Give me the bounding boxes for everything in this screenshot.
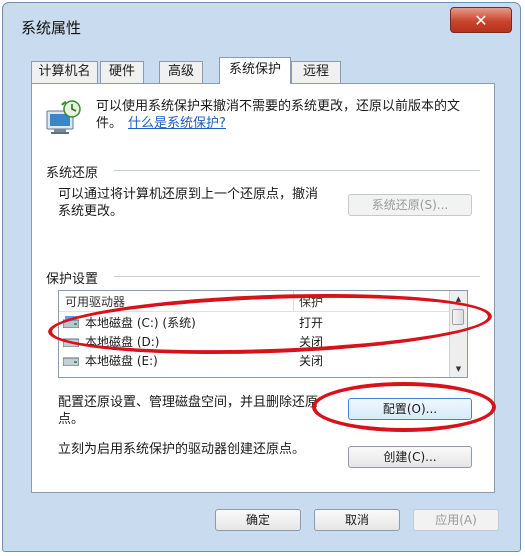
drive-name: 本地磁盘 (C:) (系统): [85, 316, 196, 330]
drive-row-c[interactable]: 本地磁盘 (C:) (系统) 打开: [59, 313, 451, 332]
system-properties-window: 系统属性 ✕ 计算机名 硬件 高级 系统保护 远程 可以使用系统保护来撤消不需要…: [2, 2, 521, 552]
system-restore-button[interactable]: 系统还原(S)...: [348, 194, 472, 216]
restore-description: 可以通过将计算机还原到上一个还原点，撤消系统更改。: [58, 187, 319, 219]
cancel-button[interactable]: 取消: [314, 509, 400, 531]
close-button[interactable]: ✕: [450, 7, 512, 33]
intro-description: 可以使用系统保护来撤消不需要的系统更改，还原以前版本的文件。 什么是系统保护?: [96, 98, 476, 132]
apply-button[interactable]: 应用(A): [413, 509, 499, 531]
close-icon: ✕: [474, 10, 488, 30]
configure-description: 配置还原设置、管理磁盘空间，并且删除还原点。: [58, 395, 319, 427]
create-button[interactable]: 创建(C)...: [348, 446, 472, 468]
title-bar[interactable]: 系统属性 ✕: [3, 3, 520, 41]
drive-row-d[interactable]: 本地磁盘 (D:) 关闭: [59, 332, 451, 351]
tab-advanced[interactable]: 高级: [159, 61, 203, 83]
column-protection[interactable]: 保护: [299, 293, 323, 310]
system-protection-panel: 可以使用系统保护来撤消不需要的系统更改，还原以前版本的文件。 什么是系统保护? 系…: [31, 83, 495, 493]
drive-list-header: 可用驱动器 保护: [59, 291, 451, 312]
scroll-down-icon[interactable]: ▼: [450, 361, 467, 377]
column-divider: [293, 291, 294, 311]
drive-status: 打开: [299, 316, 324, 330]
divider: [114, 276, 480, 277]
drive-status: 关闭: [299, 335, 324, 349]
tab-system-protection[interactable]: 系统保护: [219, 57, 291, 84]
system-restore-label: 系统还原: [46, 166, 99, 181]
tab-computer-name[interactable]: 计算机名: [31, 61, 98, 83]
drive-status: 关闭: [299, 354, 324, 368]
create-description: 立刻为启用系统保护的驱动器创建还原点。: [58, 442, 306, 457]
tab-hardware[interactable]: 硬件: [100, 61, 144, 83]
divider: [114, 170, 480, 171]
scroll-up-icon[interactable]: ▲: [450, 291, 467, 307]
column-drives[interactable]: 可用驱动器: [65, 293, 125, 310]
configure-button[interactable]: 配置(O)...: [348, 398, 472, 420]
drive-name: 本地磁盘 (D:): [85, 335, 160, 349]
system-drive-icon: [63, 316, 79, 328]
protection-settings-label: 保护设置: [46, 272, 99, 287]
drive-icon: [63, 357, 79, 366]
drive-list-scrollbar[interactable]: ▲ ▼: [449, 291, 467, 377]
drive-name: 本地磁盘 (E:): [85, 354, 158, 368]
drive-list[interactable]: 可用驱动器 保护 本地磁盘 (C:) (系统) 打开 本地磁盘 (D:) 关闭 …: [58, 290, 468, 378]
tab-remote[interactable]: 远程: [291, 61, 341, 83]
system-protection-icon: [46, 100, 81, 134]
drive-icon: [63, 338, 79, 347]
scroll-thumb[interactable]: [452, 309, 464, 325]
window-title: 系统属性: [21, 19, 82, 37]
drive-row-e[interactable]: 本地磁盘 (E:) 关闭: [59, 351, 451, 370]
ok-button[interactable]: 确定: [215, 509, 301, 531]
what-is-system-protection-link[interactable]: 什么是系统保护?: [128, 116, 226, 131]
